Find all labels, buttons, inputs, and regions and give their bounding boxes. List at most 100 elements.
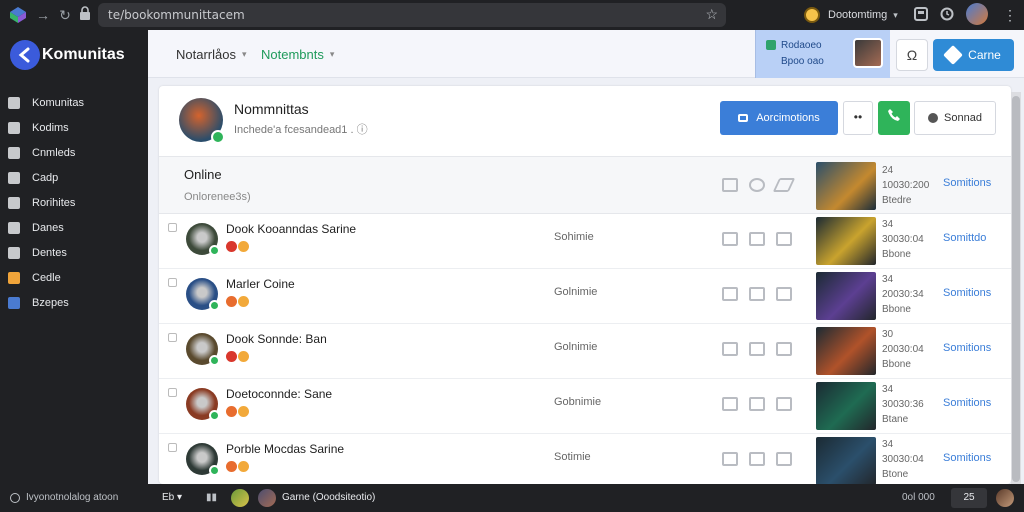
vertical-scrollbar[interactable] [1011, 92, 1021, 484]
sidebar-item-komunitas[interactable]: Komunitas [8, 94, 84, 112]
sidebar-item-cadp[interactable]: Cadp [8, 169, 58, 187]
online-thumbnail[interactable] [816, 162, 876, 210]
sidebar-item-kodims[interactable]: Kodims [8, 119, 69, 137]
sidebar-item-bzepes[interactable]: Bzepes [8, 294, 69, 312]
bookmark-star-icon[interactable]: ☆ [705, 6, 718, 23]
brand[interactable]: Komunitas [10, 40, 125, 70]
sidebar-item-cnmleds[interactable]: Cnmleds [8, 144, 75, 162]
image-icon[interactable] [722, 342, 738, 356]
carne-button[interactable]: Carne [933, 39, 1014, 71]
row-actions [722, 287, 803, 301]
account-switcher[interactable]: Dootomtimg ▾ [804, 4, 904, 26]
row-thumbnail[interactable] [816, 272, 876, 320]
actions-button[interactable]: Aorcimotions [720, 101, 838, 135]
scrollbar-thumb[interactable] [1012, 96, 1020, 482]
message-icon[interactable] [749, 342, 765, 356]
member-name[interactable]: Dook Sonnde: Ban [226, 332, 327, 346]
member-avatar[interactable] [186, 333, 220, 366]
row-link[interactable]: Somitions [943, 452, 991, 464]
row-thumbnail[interactable] [816, 327, 876, 375]
promo-card[interactable]: Rodaoeo Bpoo oao [755, 30, 890, 78]
image-icon[interactable] [722, 397, 738, 411]
status-avatar-2[interactable] [258, 489, 276, 507]
member-name[interactable]: Marler Coine [226, 277, 295, 291]
sidebar-item-dentes[interactable]: Dentes [8, 244, 67, 262]
box-icon [8, 122, 20, 134]
status-avatar-1[interactable] [231, 489, 249, 507]
table-row[interactable]: Doetoconnde: Sane Gobnimie 34 30030:36 Btane… [159, 379, 1011, 434]
row-link[interactable]: Somittdo [943, 232, 986, 244]
member-name[interactable]: Dook Kooanndas Sarine [226, 222, 356, 236]
member-avatar[interactable] [186, 443, 220, 476]
online-link[interactable]: Somitions [943, 177, 991, 189]
image-icon[interactable] [722, 287, 738, 301]
history-icon[interactable] [940, 7, 954, 21]
image-icon[interactable] [722, 178, 738, 192]
more-button[interactable]: •• [843, 101, 873, 135]
sidebar-item-label: Rorihites [32, 197, 76, 209]
member-name[interactable]: Porble Mocdas Sarine [226, 442, 344, 456]
row-checkbox[interactable] [168, 443, 177, 452]
reload-icon[interactable]: ↻ [56, 6, 74, 24]
row-thumbnail[interactable] [816, 437, 876, 484]
address-bar[interactable]: te/bookommunittacem ☆ [98, 3, 726, 27]
table-row[interactable]: Dook Sonnde: Ban Golnimie 30 20030:04 Bbone S… [159, 324, 1011, 379]
sidebar-item-rorihites[interactable]: Rorihites [8, 194, 75, 212]
member-name[interactable]: Doetoconnde: Sane [226, 387, 332, 401]
gallery-icon[interactable] [776, 232, 792, 246]
row-actions [722, 397, 803, 411]
tab-notifications[interactable]: Notarrlåos ▾ [176, 47, 247, 62]
profile-avatar[interactable] [966, 3, 988, 25]
image-icon[interactable] [722, 232, 738, 246]
message-icon[interactable] [749, 287, 765, 301]
row-thumbnail[interactable] [816, 382, 876, 430]
tag-icon [226, 406, 237, 417]
filter-dropdown[interactable]: Eb ▾ [162, 492, 182, 503]
back-arrow-icon[interactable]: → [34, 6, 52, 24]
send-button[interactable]: Sonnad [914, 101, 996, 135]
row-meta-3: Bbone [882, 304, 911, 315]
row-checkbox[interactable] [168, 278, 177, 287]
table-row[interactable]: Dook Kooanndas Sarine Sohimie 34 30030:04 Bb… [159, 214, 1011, 269]
row-checkbox[interactable] [168, 333, 177, 342]
sidebar-item-cedle[interactable]: Cedle [8, 269, 61, 287]
member-tags [226, 461, 250, 472]
tag-icon [226, 461, 237, 472]
member-avatar[interactable] [186, 278, 220, 311]
row-link[interactable]: Somitions [943, 397, 991, 409]
edit-pencil-icon[interactable] [772, 178, 796, 192]
chevron-down-icon: ▾ [893, 9, 898, 20]
users-icon [8, 247, 20, 259]
member-avatar[interactable] [186, 388, 220, 421]
message-icon[interactable] [749, 452, 765, 466]
layout-icon[interactable]: ▮▮ [206, 492, 217, 503]
gallery-icon[interactable] [776, 452, 792, 466]
table-row[interactable]: Marler Coine Golnimie 34 20030:34 Bbone Somit… [159, 269, 1011, 324]
table-row[interactable]: Porble Mocdas Sarine Sotimie 34 30030:04 Bto… [159, 434, 1011, 484]
row-meta-3: Btone [882, 469, 909, 480]
sidebar-item-danes[interactable]: Danes [8, 219, 64, 237]
flag-icon [8, 172, 20, 184]
message-icon[interactable] [749, 397, 765, 411]
gallery-icon[interactable] [776, 397, 792, 411]
row-link[interactable]: Somitions [943, 342, 991, 354]
edit-icon[interactable] [914, 7, 928, 21]
row-link[interactable]: Somitions [943, 287, 991, 299]
status-avatar-3[interactable] [996, 489, 1014, 507]
message-icon[interactable] [749, 232, 765, 246]
clock-icon[interactable] [749, 178, 765, 192]
tab-label: Notarrlåos [176, 47, 236, 62]
image-icon[interactable] [722, 452, 738, 466]
row-thumbnail[interactable] [816, 217, 876, 265]
member-avatar[interactable] [186, 223, 220, 256]
row-checkbox[interactable] [168, 388, 177, 397]
actions-button-label: Aorcimotions [756, 112, 820, 124]
online-section[interactable]: Online Onlorenee3s) 24 10030:200 Btedre … [159, 156, 1011, 214]
tab-notements[interactable]: Notembnts ▾ [261, 47, 334, 62]
omega-button[interactable]: Ω [896, 39, 928, 71]
gallery-icon[interactable] [776, 342, 792, 356]
gallery-icon[interactable] [776, 287, 792, 301]
row-checkbox[interactable] [168, 223, 177, 232]
call-button[interactable] [878, 101, 910, 135]
kebab-menu-icon[interactable]: ⋮ [1003, 7, 1017, 24]
